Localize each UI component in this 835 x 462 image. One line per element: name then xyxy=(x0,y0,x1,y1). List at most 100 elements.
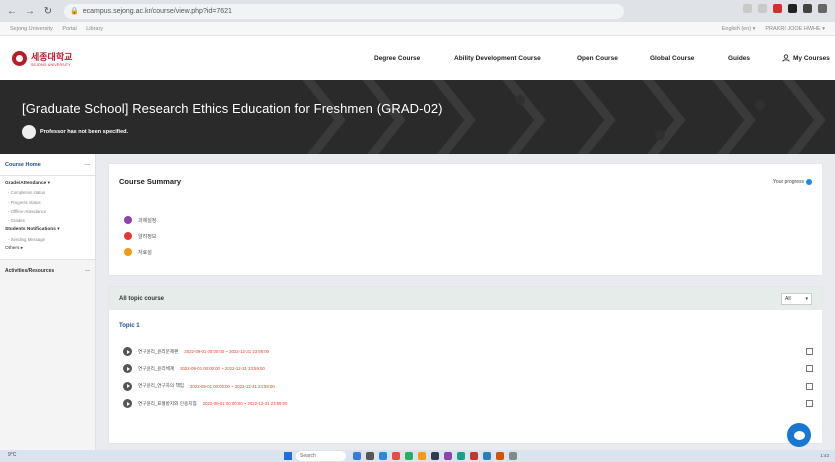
sidebar-activities-resources[interactable]: Activities/Resources — xyxy=(0,260,95,282)
help-icon[interactable] xyxy=(806,179,812,185)
logo-korean: 세종대학교 xyxy=(31,52,73,63)
professor-avatar xyxy=(22,125,36,139)
topic-filter-select[interactable]: All ▾ xyxy=(781,292,812,305)
sidebar-sending-message[interactable]: - Sending Message xyxy=(5,235,90,244)
clock: 1:43 xyxy=(820,453,829,458)
taskbar-app-icon[interactable] xyxy=(431,452,439,460)
taskbar-app-icon[interactable] xyxy=(379,452,387,460)
nav-global-course[interactable]: Global Course xyxy=(650,55,710,62)
browser-extension-icon[interactable] xyxy=(818,4,827,13)
material-icon xyxy=(124,248,132,256)
back-icon[interactable]: ← xyxy=(6,6,18,17)
topic-title: Topic 1 xyxy=(119,323,140,329)
browser-extension-icon[interactable] xyxy=(743,4,752,13)
sidebar-offline-attendance[interactable]: - Offline-Attendance xyxy=(5,207,90,216)
nav-open-course[interactable]: Open Course xyxy=(577,55,627,62)
nav-ability-development-course[interactable]: Ability Development Course xyxy=(454,55,554,62)
list-item: 연구윤리_윤리문제편 2022-09-01 00:00:00 ~ 2022-12… xyxy=(123,343,813,360)
util-link-library[interactable]: Library xyxy=(86,26,103,32)
topic-filter-value: All xyxy=(785,295,791,302)
sidebar-menu: Grade/Attendance ▾ - Completion status -… xyxy=(0,176,95,261)
taskbar-app-icon[interactable] xyxy=(366,452,374,460)
nav-guides[interactable]: Guides xyxy=(728,55,768,62)
taskbar-app-icon[interactable] xyxy=(509,452,517,460)
nav-degree-course[interactable]: Degree Course xyxy=(374,55,434,62)
nav-my-courses[interactable]: My Courses xyxy=(782,54,835,62)
taskbar-app-icon[interactable] xyxy=(496,452,504,460)
item-date: 2022-09-01 00:00:00 ~ 2022-12-31 23:59:0… xyxy=(190,383,275,389)
url-text: ecampus.sejong.ac.kr/course/view.php?id=… xyxy=(82,7,232,15)
video-play-icon[interactable] xyxy=(123,381,132,391)
university-logo[interactable]: 세종대학교 SEJONG UNIVERSITY xyxy=(12,50,72,67)
item-date: 2022-09-01 00:00:00 ~ 2022-12-31 23:59:0… xyxy=(184,349,270,355)
address-bar[interactable]: 🔒 ecampus.sejong.ac.kr/course/view.php?i… xyxy=(64,3,624,19)
taskbar-app-icon[interactable] xyxy=(444,452,452,460)
site-header: 세종대학교 SEJONG UNIVERSITY Degree Course Ab… xyxy=(0,36,835,80)
item-title[interactable]: 연구윤리_윤리체계 xyxy=(138,366,174,372)
sidebar-course-home[interactable]: Course Home — xyxy=(0,154,95,176)
item-date: 2022-09-01 00:00:00 ~ 2022-12-31 23:59:0… xyxy=(180,366,265,372)
banner-pattern xyxy=(302,80,826,154)
video-play-icon[interactable] xyxy=(123,364,132,374)
windows-start-icon[interactable] xyxy=(284,452,292,460)
util-link-university[interactable]: Sejong University xyxy=(10,26,53,32)
reload-icon[interactable]: ↻ xyxy=(42,6,54,17)
university-emblem-icon xyxy=(12,50,27,66)
completion-checkbox[interactable] xyxy=(806,348,813,356)
legend-item: 자료설 xyxy=(124,244,156,260)
item-title[interactable]: 연구윤리_연구자의 책임 xyxy=(138,383,184,389)
completion-checkbox[interactable] xyxy=(806,382,813,390)
language-selector[interactable]: English (en) ▾ xyxy=(722,26,756,32)
taskbar-app-icon[interactable] xyxy=(353,452,361,460)
browser-extension-icon[interactable] xyxy=(803,4,812,13)
taskbar-app-icon[interactable] xyxy=(470,452,478,460)
legend-item: 과제설정 xyxy=(124,212,156,228)
util-link-portal[interactable]: Portal xyxy=(62,26,76,32)
course-summary-card: Course Summary Your progress 과제설정 알려정보 자… xyxy=(108,163,823,276)
user-menu[interactable]: PRAKRI JOOE HWHE ▾ xyxy=(765,26,825,32)
sidebar-students-notifications[interactable]: Students Notifications ▾ xyxy=(5,225,90,234)
professor-text: Professor has not been specified. xyxy=(40,129,129,135)
legend-label: 알려정보 xyxy=(138,233,157,240)
user-icon xyxy=(782,54,790,62)
completion-checkbox[interactable] xyxy=(806,365,813,373)
video-play-icon[interactable] xyxy=(123,399,132,409)
completion-checkbox[interactable] xyxy=(806,400,813,408)
list-item: 연구윤리_연구자의 책임 2022-09-01 00:00:00 ~ 2022-… xyxy=(123,378,813,395)
collapse-icon[interactable]: — xyxy=(85,162,91,168)
topics-header: All topic course All ▾ xyxy=(109,287,822,310)
forward-icon[interactable]: → xyxy=(24,6,36,17)
item-title[interactable]: 연구윤리_윤리문제편 xyxy=(138,349,178,355)
taskbar-search[interactable]: Search xyxy=(296,451,346,461)
your-progress: Your progress xyxy=(773,179,812,185)
sidebar-course-home-label: Course Home xyxy=(5,161,41,168)
taskbar-app-icon[interactable] xyxy=(405,452,413,460)
taskbar-app-icon[interactable] xyxy=(483,452,491,460)
taskbar-app-icon[interactable] xyxy=(457,452,465,460)
legend-label: 자료설 xyxy=(138,249,152,256)
notice-icon xyxy=(124,232,132,240)
sidebar-grades[interactable]: - Grades xyxy=(5,216,90,225)
logo-english: SEJONG UNIVERSITY xyxy=(31,62,71,67)
chat-icon xyxy=(793,430,805,440)
video-play-icon[interactable] xyxy=(123,347,132,357)
sidebar-grade-attendance[interactable]: Grade/Attendance ▾ xyxy=(5,179,90,188)
sidebar-progress-status[interactable]: - Progress status xyxy=(5,198,90,207)
taskbar-search-label: Search xyxy=(300,453,316,459)
collapse-icon[interactable]: — xyxy=(85,268,90,274)
chat-button[interactable] xyxy=(787,423,811,447)
activity-legend: 과제설정 알려정보 자료설 xyxy=(124,212,156,260)
item-title[interactable]: 연구윤리_표절방지와 인용지침 xyxy=(138,401,197,407)
browser-extension-icon[interactable] xyxy=(773,4,782,13)
sidebar-others[interactable]: Others ▸ xyxy=(5,244,90,253)
taskbar-app-icon[interactable] xyxy=(418,452,426,460)
browser-extension-icon[interactable] xyxy=(788,4,797,13)
browser-toolbar: ← → ↻ 🔒 ecampus.sejong.ac.kr/course/view… xyxy=(0,0,835,22)
browser-extension-icon[interactable] xyxy=(758,4,767,13)
topics-header-label: All topic course xyxy=(119,295,165,302)
taskbar-app-icon[interactable] xyxy=(392,452,400,460)
lock-icon: 🔒 xyxy=(70,8,79,15)
professor-info: Professor has not been specified. xyxy=(22,125,128,139)
weather-widget[interactable]: 9°C xyxy=(8,452,16,458)
sidebar-completion-status[interactable]: - Completion status xyxy=(5,188,90,197)
